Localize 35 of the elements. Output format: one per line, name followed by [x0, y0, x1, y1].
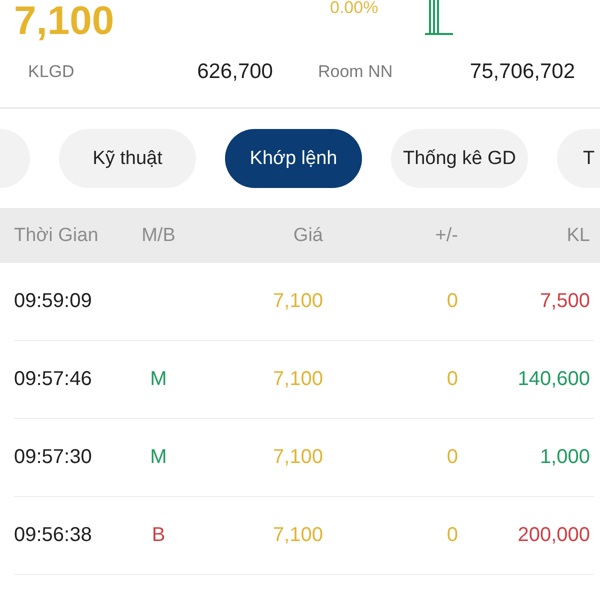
trade-time: 09:59:09 — [14, 290, 92, 313]
side-label: B — [152, 524, 166, 547]
price-change: 0 — [446, 290, 458, 313]
trade-price: 7,100 — [272, 290, 323, 313]
trade-volume: 7,500 — [540, 290, 590, 313]
tab[interactable]: T — [557, 129, 600, 188]
tab[interactable]: Kỹ thuật — [59, 129, 196, 188]
trade-price: 7,100 — [272, 524, 323, 547]
side-label: M — [150, 368, 167, 391]
stat-label: KLGD — [28, 62, 74, 82]
change-percent: 0.00% — [330, 0, 378, 16]
column-header: +/- — [435, 224, 458, 246]
tab[interactable]: Thống kê GD — [391, 129, 528, 188]
price-change: 0 — [446, 524, 458, 547]
tab[interactable]: Khớp lệnh — [225, 129, 362, 188]
trade-volume: 200,000 — [518, 524, 590, 547]
column-header: Thời Gian — [14, 224, 98, 246]
stat-value: 75,706,702 — [470, 60, 575, 84]
trade-volume: 1,000 — [540, 446, 590, 469]
trade-time: 09:57:30 — [14, 446, 92, 469]
stock-price: 7,100 — [14, 1, 114, 41]
trade-price: 7,100 — [272, 368, 323, 391]
trade-price: 7,100 — [272, 446, 323, 469]
trade-volume: 140,600 — [518, 368, 590, 391]
trade-time: 09:57:46 — [14, 368, 92, 391]
stat-value: 626,700 — [197, 60, 273, 84]
chart-baseline — [425, 33, 453, 35]
column-header: M/B — [142, 224, 176, 246]
column-header: Giá — [293, 224, 323, 246]
price-change: 0 — [446, 368, 458, 391]
stat-label: Room NN — [318, 62, 393, 82]
column-header: KL — [566, 224, 590, 246]
price-change: 0 — [446, 446, 458, 469]
side-label: M — [150, 446, 167, 469]
trade-time: 09:56:38 — [14, 524, 92, 547]
